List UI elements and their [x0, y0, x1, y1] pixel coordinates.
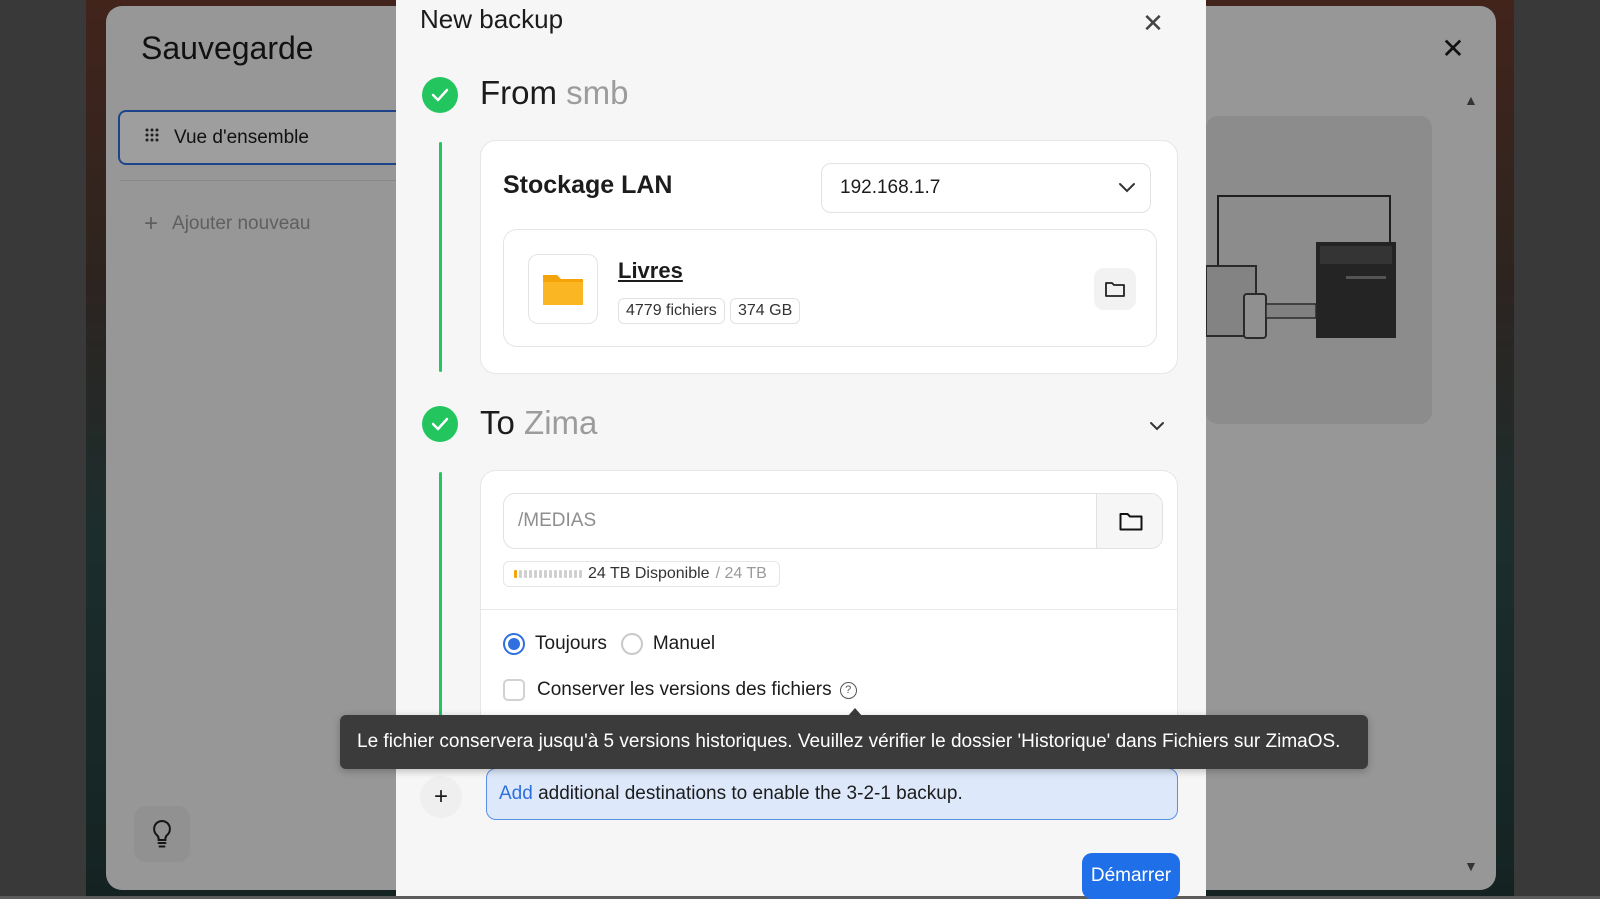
check-icon: [422, 406, 458, 442]
keep-versions-row: Conserver les versions des fichiers ?: [503, 679, 857, 701]
host-select[interactable]: 192.168.1.7: [821, 163, 1151, 213]
keep-versions-label[interactable]: Conserver les versions des fichiers: [537, 679, 832, 701]
dialog-title: New backup: [420, 4, 564, 34]
divider: [481, 609, 1177, 610]
radio-always[interactable]: [503, 633, 525, 655]
check-icon: [422, 77, 458, 113]
radio-manual[interactable]: [620, 633, 643, 655]
to-destination: Zima: [524, 404, 598, 441]
help-tooltip: Le fichier conservera jusqu'à 5 versions…: [340, 715, 1368, 769]
storage-total: / 24 TB: [715, 565, 767, 582]
add-destination-link[interactable]: Add: [499, 783, 533, 804]
destination-path-field[interactable]: [503, 493, 1163, 549]
add-destination-text: additional destinations to enable the 3-…: [532, 783, 963, 804]
storage-availability-badge: 24 TB Disponible / 24 TB: [503, 561, 780, 587]
from-source: smb: [566, 74, 629, 111]
step-connector: [439, 142, 442, 372]
close-icon[interactable]: ✕: [1138, 8, 1168, 38]
file-count-badge: 4779 fichiers: [618, 298, 725, 324]
step-connector: [439, 472, 442, 716]
source-card: Stockage LAN 192.168.1.7 Livres 4779 fic…: [480, 140, 1178, 374]
folder-outline-icon: [1119, 512, 1142, 530]
start-button[interactable]: Démarrer: [1082, 853, 1180, 899]
keep-versions-checkbox[interactable]: [503, 679, 525, 701]
schedule-radio-group: Toujours Manuel: [503, 633, 715, 655]
radio-always-label[interactable]: Toujours: [535, 633, 607, 655]
radio-manual-label[interactable]: Manuel: [653, 633, 715, 655]
host-select-value: 192.168.1.7: [840, 177, 941, 198]
to-prefix: To: [480, 404, 515, 441]
folder-thumbnail: [528, 254, 598, 324]
from-heading: From smb: [480, 74, 629, 112]
add-destination-button[interactable]: +: [420, 776, 462, 818]
browse-destination-button[interactable]: [1096, 494, 1162, 548]
add-destination-banner: Add additional destinations to enable th…: [486, 768, 1178, 820]
browse-source-button[interactable]: [1094, 268, 1136, 310]
from-prefix: From: [480, 74, 557, 111]
folder-outline-icon: [1105, 282, 1125, 297]
help-icon[interactable]: ?: [839, 681, 857, 699]
storage-usage-bar: [514, 570, 582, 578]
folder-icon: [543, 275, 583, 305]
storage-label: Stockage LAN: [503, 171, 673, 199]
folder-name-link[interactable]: Livres: [618, 258, 683, 284]
to-heading: To Zima: [480, 404, 597, 442]
chevron-down-icon: [1119, 183, 1135, 193]
storage-available: 24 TB Disponible: [588, 565, 710, 582]
destination-card: 24 TB Disponible / 24 TB Toujours Manuel…: [480, 470, 1178, 730]
size-badge: 374 GB: [730, 298, 801, 324]
destination-path-input[interactable]: [504, 494, 1094, 548]
source-folder-card[interactable]: Livres 4779 fichiers 374 GB: [503, 229, 1157, 347]
chevron-down-icon[interactable]: [1147, 416, 1167, 436]
